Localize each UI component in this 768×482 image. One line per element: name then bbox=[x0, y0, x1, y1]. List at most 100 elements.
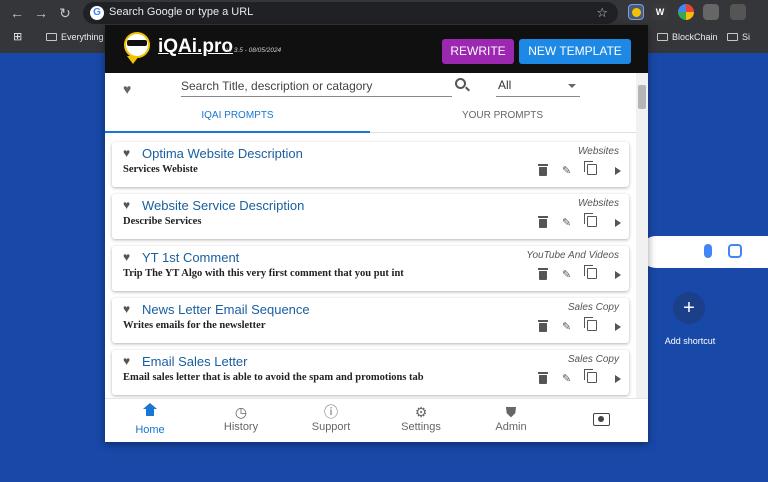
favorite-heart-icon[interactable]: ♥ bbox=[123, 302, 130, 316]
delete-icon[interactable] bbox=[538, 164, 548, 176]
category-select[interactable]: All bbox=[496, 75, 580, 97]
prompt-description: Trip The YT Algo with this very first co… bbox=[123, 268, 404, 279]
omnibox[interactable]: G Search Google or type a URL ☆ bbox=[83, 2, 618, 24]
copy-icon[interactable] bbox=[584, 161, 597, 175]
color-extension-icon[interactable] bbox=[678, 4, 694, 20]
off-extension-icon[interactable] bbox=[730, 4, 746, 20]
category-select-value: All bbox=[498, 78, 512, 92]
nav-history[interactable]: ◷ History bbox=[201, 403, 281, 441]
gear-icon: ⚙ bbox=[414, 404, 428, 420]
reload-icon[interactable]: ↻ bbox=[57, 5, 73, 21]
favorite-heart-icon[interactable]: ♥ bbox=[123, 354, 130, 368]
folder-icon bbox=[727, 33, 738, 41]
prompt-description: Describe Services bbox=[123, 216, 202, 227]
iqai-logo-icon bbox=[123, 32, 151, 64]
iqai-popup: iQAi.pro V: 3.5 - 08/05/2024 REWRITE NEW… bbox=[105, 25, 648, 442]
copy-icon[interactable] bbox=[584, 213, 597, 227]
brand-name[interactable]: iQAi.pro bbox=[158, 36, 233, 58]
prompt-description: Writes emails for the newsletter bbox=[123, 320, 266, 331]
favorite-heart-icon[interactable]: ♥ bbox=[123, 146, 130, 160]
bookmark-star-icon[interactable]: ☆ bbox=[596, 5, 608, 21]
prompt-tabs: IQAI PROMPTS YOUR PROMPTS bbox=[105, 103, 636, 133]
delete-icon[interactable] bbox=[538, 320, 548, 332]
prompt-card[interactable]: ♥ YT 1st Comment YouTube And Videos Trip… bbox=[112, 246, 629, 291]
prompt-card[interactable]: ♥ Optima Website Description Websites Se… bbox=[112, 142, 629, 187]
caret-down-icon bbox=[568, 84, 576, 88]
nav-home[interactable]: Home bbox=[110, 403, 190, 441]
google-lens-icon[interactable] bbox=[728, 244, 742, 258]
nav-label: Home bbox=[135, 424, 165, 436]
theme-toggle-icon[interactable] bbox=[593, 413, 610, 426]
run-play-icon[interactable] bbox=[615, 375, 621, 383]
prompt-card[interactable]: ♥ Website Service Description Websites D… bbox=[112, 194, 629, 239]
prompt-description: Email sales letter that is able to avoid… bbox=[123, 372, 424, 383]
prompt-list: ♥ Optima Website Description Websites Se… bbox=[105, 133, 636, 398]
run-play-icon[interactable] bbox=[615, 167, 621, 175]
prompt-category: Sales Copy bbox=[567, 302, 619, 313]
rewrite-button[interactable]: REWRITE bbox=[442, 39, 514, 64]
run-play-icon[interactable] bbox=[615, 271, 621, 279]
copy-icon[interactable] bbox=[584, 369, 597, 383]
favorites-filter-heart-icon[interactable]: ♥ bbox=[123, 81, 131, 97]
forward-arrow-icon[interactable]: → bbox=[33, 5, 49, 21]
new-template-button[interactable]: NEW TEMPLATE bbox=[519, 39, 631, 64]
delete-icon[interactable] bbox=[538, 268, 548, 280]
run-play-icon[interactable] bbox=[615, 323, 621, 331]
edit-pencil-icon[interactable]: ✎ bbox=[562, 216, 571, 229]
run-play-icon[interactable] bbox=[615, 219, 621, 227]
prompt-title: Email Sales Letter bbox=[142, 354, 248, 369]
copy-icon[interactable] bbox=[584, 317, 597, 331]
nav-label: Support bbox=[311, 421, 351, 433]
nav-admin[interactable]: ⛊ Admin bbox=[471, 403, 551, 441]
back-arrow-icon[interactable]: ← bbox=[9, 5, 25, 21]
folder-icon bbox=[657, 33, 668, 41]
add-shortcut-label: Add shortcut bbox=[664, 336, 716, 346]
bookmark-folder-everything[interactable]: Everything bbox=[46, 32, 104, 42]
microphone-icon[interactable] bbox=[704, 244, 712, 258]
prompt-category: Websites bbox=[578, 146, 619, 157]
help-question-icon: ⓘ bbox=[324, 404, 338, 420]
prompt-category: Sales Copy bbox=[567, 354, 619, 365]
iqai-extension-icon[interactable] bbox=[628, 4, 644, 20]
apps-grid-icon[interactable]: ⊞ bbox=[13, 30, 22, 43]
search-icon[interactable] bbox=[455, 78, 466, 89]
prompt-list-scrollbar[interactable] bbox=[636, 73, 648, 398]
prompt-category: Websites bbox=[578, 198, 619, 209]
nav-settings[interactable]: ⚙ Settings bbox=[381, 403, 461, 441]
nav-label: Admin bbox=[495, 421, 527, 433]
bookmark-folder-blockchain[interactable]: BlockChain bbox=[657, 32, 718, 42]
prompt-card[interactable]: ♥ Email Sales Letter Sales Copy Email sa… bbox=[112, 350, 629, 395]
history-icon: ◷ bbox=[234, 404, 248, 420]
prompt-search-input[interactable] bbox=[181, 75, 452, 97]
tab-your-prompts[interactable]: YOUR PROMPTS bbox=[370, 103, 635, 133]
copy-icon[interactable] bbox=[584, 265, 597, 279]
google-g-icon: G bbox=[90, 6, 104, 20]
prompt-card[interactable]: ♥ News Letter Email Sequence Sales Copy … bbox=[112, 298, 629, 343]
bottom-navigation: Home ◷ History ⓘ Support ⚙ Settings ⛊ Ad… bbox=[105, 398, 648, 442]
media-extension-icon[interactable] bbox=[703, 4, 719, 20]
admin-shield-icon: ⛊ bbox=[505, 404, 517, 420]
delete-icon[interactable] bbox=[538, 216, 548, 228]
folder-icon bbox=[46, 33, 57, 41]
prompt-title: YT 1st Comment bbox=[142, 250, 240, 265]
add-shortcut-button[interactable]: + bbox=[673, 292, 705, 324]
bookmark-folder-si[interactable]: Si bbox=[727, 32, 750, 42]
browser-toolbar: ← → ↻ G Search Google or type a URL ☆ W bbox=[0, 0, 768, 26]
edit-pencil-icon[interactable]: ✎ bbox=[562, 164, 571, 177]
nav-support[interactable]: ⓘ Support bbox=[291, 403, 371, 441]
favorite-heart-icon[interactable]: ♥ bbox=[123, 198, 130, 212]
ntp-search-box[interactable] bbox=[640, 236, 768, 268]
prompt-title: News Letter Email Sequence bbox=[142, 302, 310, 317]
edit-pencil-icon[interactable]: ✎ bbox=[562, 320, 571, 333]
delete-icon[interactable] bbox=[538, 372, 548, 384]
edit-pencil-icon[interactable]: ✎ bbox=[562, 372, 571, 385]
prompt-description: Services Webiste bbox=[123, 164, 198, 175]
edit-pencil-icon[interactable]: ✎ bbox=[562, 268, 571, 281]
tab-iqai-prompts[interactable]: IQAI PROMPTS bbox=[105, 103, 370, 133]
version-label: V: 3.5 - 08/05/2024 bbox=[226, 47, 282, 54]
favorite-heart-icon[interactable]: ♥ bbox=[123, 250, 130, 264]
scrollbar-thumb[interactable] bbox=[638, 85, 646, 109]
w-extension-icon[interactable]: W bbox=[652, 4, 668, 20]
prompt-title: Optima Website Description bbox=[142, 146, 303, 161]
prompt-category: YouTube And Videos bbox=[526, 250, 619, 261]
